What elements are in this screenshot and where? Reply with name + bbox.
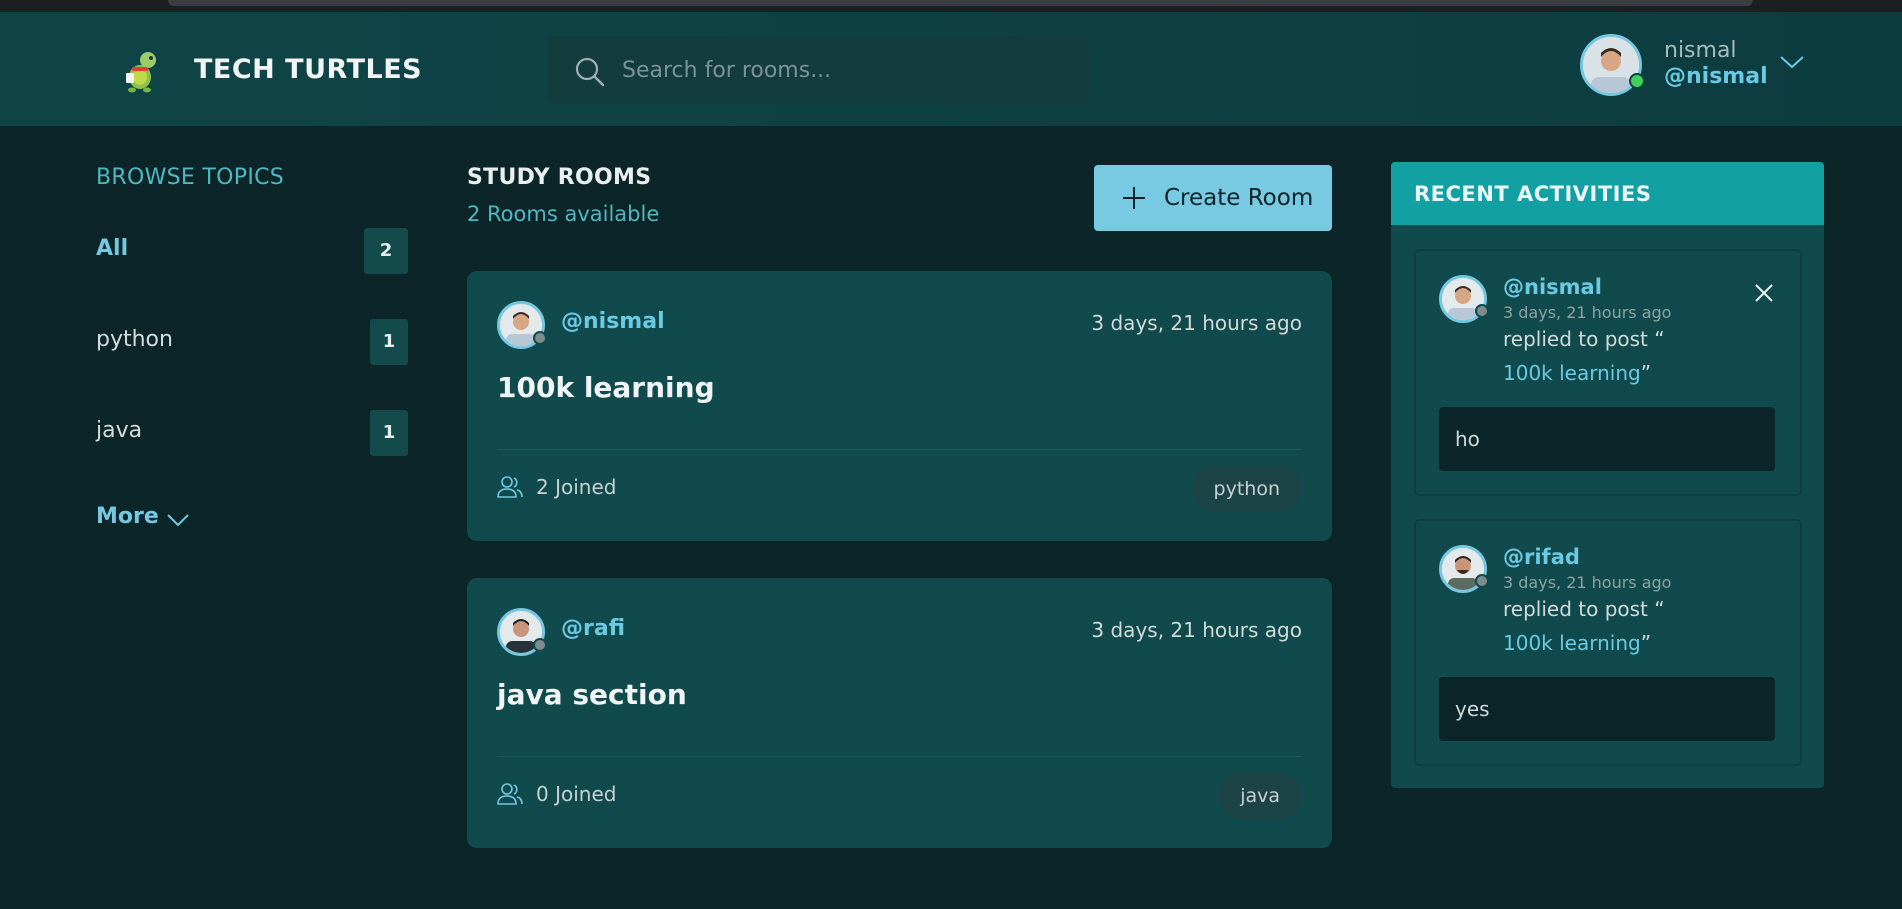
- browser-top-strip: [0, 0, 1902, 12]
- create-room-label: Create Room: [1164, 185, 1314, 211]
- activity-reply-text: yes: [1439, 677, 1775, 741]
- participants-icon: [497, 783, 523, 805]
- activity-post-quote: ”: [1640, 361, 1652, 385]
- room-card[interactable]: @nismal 3 days, 21 hours ago 100k learni…: [467, 271, 1332, 541]
- activity-post-title[interactable]: 100k learning: [1503, 361, 1641, 385]
- search-bar[interactable]: [548, 36, 1089, 104]
- chevron-down-icon[interactable]: [1777, 50, 1807, 74]
- room-timestamp: 3 days, 21 hours ago: [1091, 618, 1302, 642]
- room-joined-count: 2 Joined: [536, 475, 617, 499]
- user-display-name[interactable]: nismal: [1664, 38, 1737, 63]
- room-host-handle[interactable]: @nismal: [561, 309, 665, 334]
- activity-item: @rifad 3 days, 21 hours ago replied to p…: [1414, 519, 1802, 766]
- room-title[interactable]: 100k learning: [497, 371, 715, 404]
- activity-timestamp: 3 days, 21 hours ago: [1503, 303, 1672, 322]
- brand-name[interactable]: TECH TURTLES: [194, 54, 422, 85]
- room-host-handle[interactable]: @rafi: [561, 616, 625, 641]
- top-navbar: TECH TURTLES nismal @nismal: [0, 12, 1902, 126]
- room-title[interactable]: java section: [497, 678, 687, 711]
- recent-activities-panel: RECENT ACTIVITIES @nismal 3 days, 21 hou…: [1391, 162, 1824, 788]
- recent-activities-heading: RECENT ACTIVITIES: [1391, 162, 1824, 225]
- activity-timestamp: 3 days, 21 hours ago: [1503, 573, 1672, 592]
- topic-item-all[interactable]: All 2: [96, 228, 408, 278]
- activity-post-link[interactable]: 100k learning”: [1503, 361, 1651, 385]
- room-divider: [497, 449, 1302, 450]
- activity-post-title[interactable]: 100k learning: [1503, 631, 1641, 655]
- rooms-available-count: 2 Rooms available: [467, 202, 660, 226]
- activity-handle[interactable]: @rifad: [1503, 545, 1580, 569]
- room-divider: [497, 756, 1302, 757]
- browser-tab-bar: [168, 0, 1753, 6]
- online-status-indicator: [1629, 73, 1645, 89]
- activity-reply-text: ho: [1439, 407, 1775, 471]
- topic-count-badge: 1: [370, 319, 408, 365]
- topic-name: python: [96, 327, 173, 352]
- topic-name: All: [96, 236, 129, 261]
- browse-topics-heading: BROWSE TOPICS: [96, 165, 285, 190]
- topic-item-java[interactable]: java 1: [96, 410, 408, 460]
- participants-icon: [497, 476, 523, 498]
- activity-status-indicator: [1475, 574, 1489, 588]
- host-status-indicator: [533, 331, 547, 345]
- create-room-button[interactable]: Create Room: [1094, 165, 1332, 231]
- activity-post-quote: ”: [1640, 631, 1652, 655]
- room-topic-tag[interactable]: java: [1218, 773, 1302, 819]
- plus-icon: [1123, 187, 1145, 209]
- activity-action-text: replied to post “: [1503, 597, 1665, 621]
- study-rooms-heading: STUDY ROOMS: [467, 165, 652, 190]
- topic-count-badge: 1: [370, 410, 408, 456]
- activity-item: @nismal 3 days, 21 hours ago replied to …: [1414, 249, 1802, 496]
- more-topics-button[interactable]: More: [96, 504, 189, 529]
- room-timestamp: 3 days, 21 hours ago: [1091, 311, 1302, 335]
- topic-count-badge: 2: [364, 228, 408, 274]
- room-joined-count: 0 Joined: [536, 782, 617, 806]
- search-icon: [575, 57, 605, 87]
- activity-post-link[interactable]: 100k learning”: [1503, 631, 1651, 655]
- turtle-logo-icon[interactable]: [118, 47, 166, 95]
- chevron-down-icon: [167, 514, 189, 527]
- search-input[interactable]: [622, 50, 1062, 90]
- topic-name: java: [96, 418, 143, 443]
- host-status-indicator: [533, 638, 547, 652]
- room-topic-tag[interactable]: python: [1191, 466, 1302, 512]
- activity-handle[interactable]: @nismal: [1503, 275, 1602, 299]
- more-label: More: [96, 504, 159, 529]
- topic-item-python[interactable]: python 1: [96, 319, 408, 369]
- user-handle[interactable]: @nismal: [1664, 64, 1768, 89]
- room-card[interactable]: @rafi 3 days, 21 hours ago java section …: [467, 578, 1332, 848]
- activity-status-indicator: [1475, 304, 1489, 318]
- activity-action-text: replied to post “: [1503, 327, 1665, 351]
- close-icon[interactable]: [1754, 283, 1774, 303]
